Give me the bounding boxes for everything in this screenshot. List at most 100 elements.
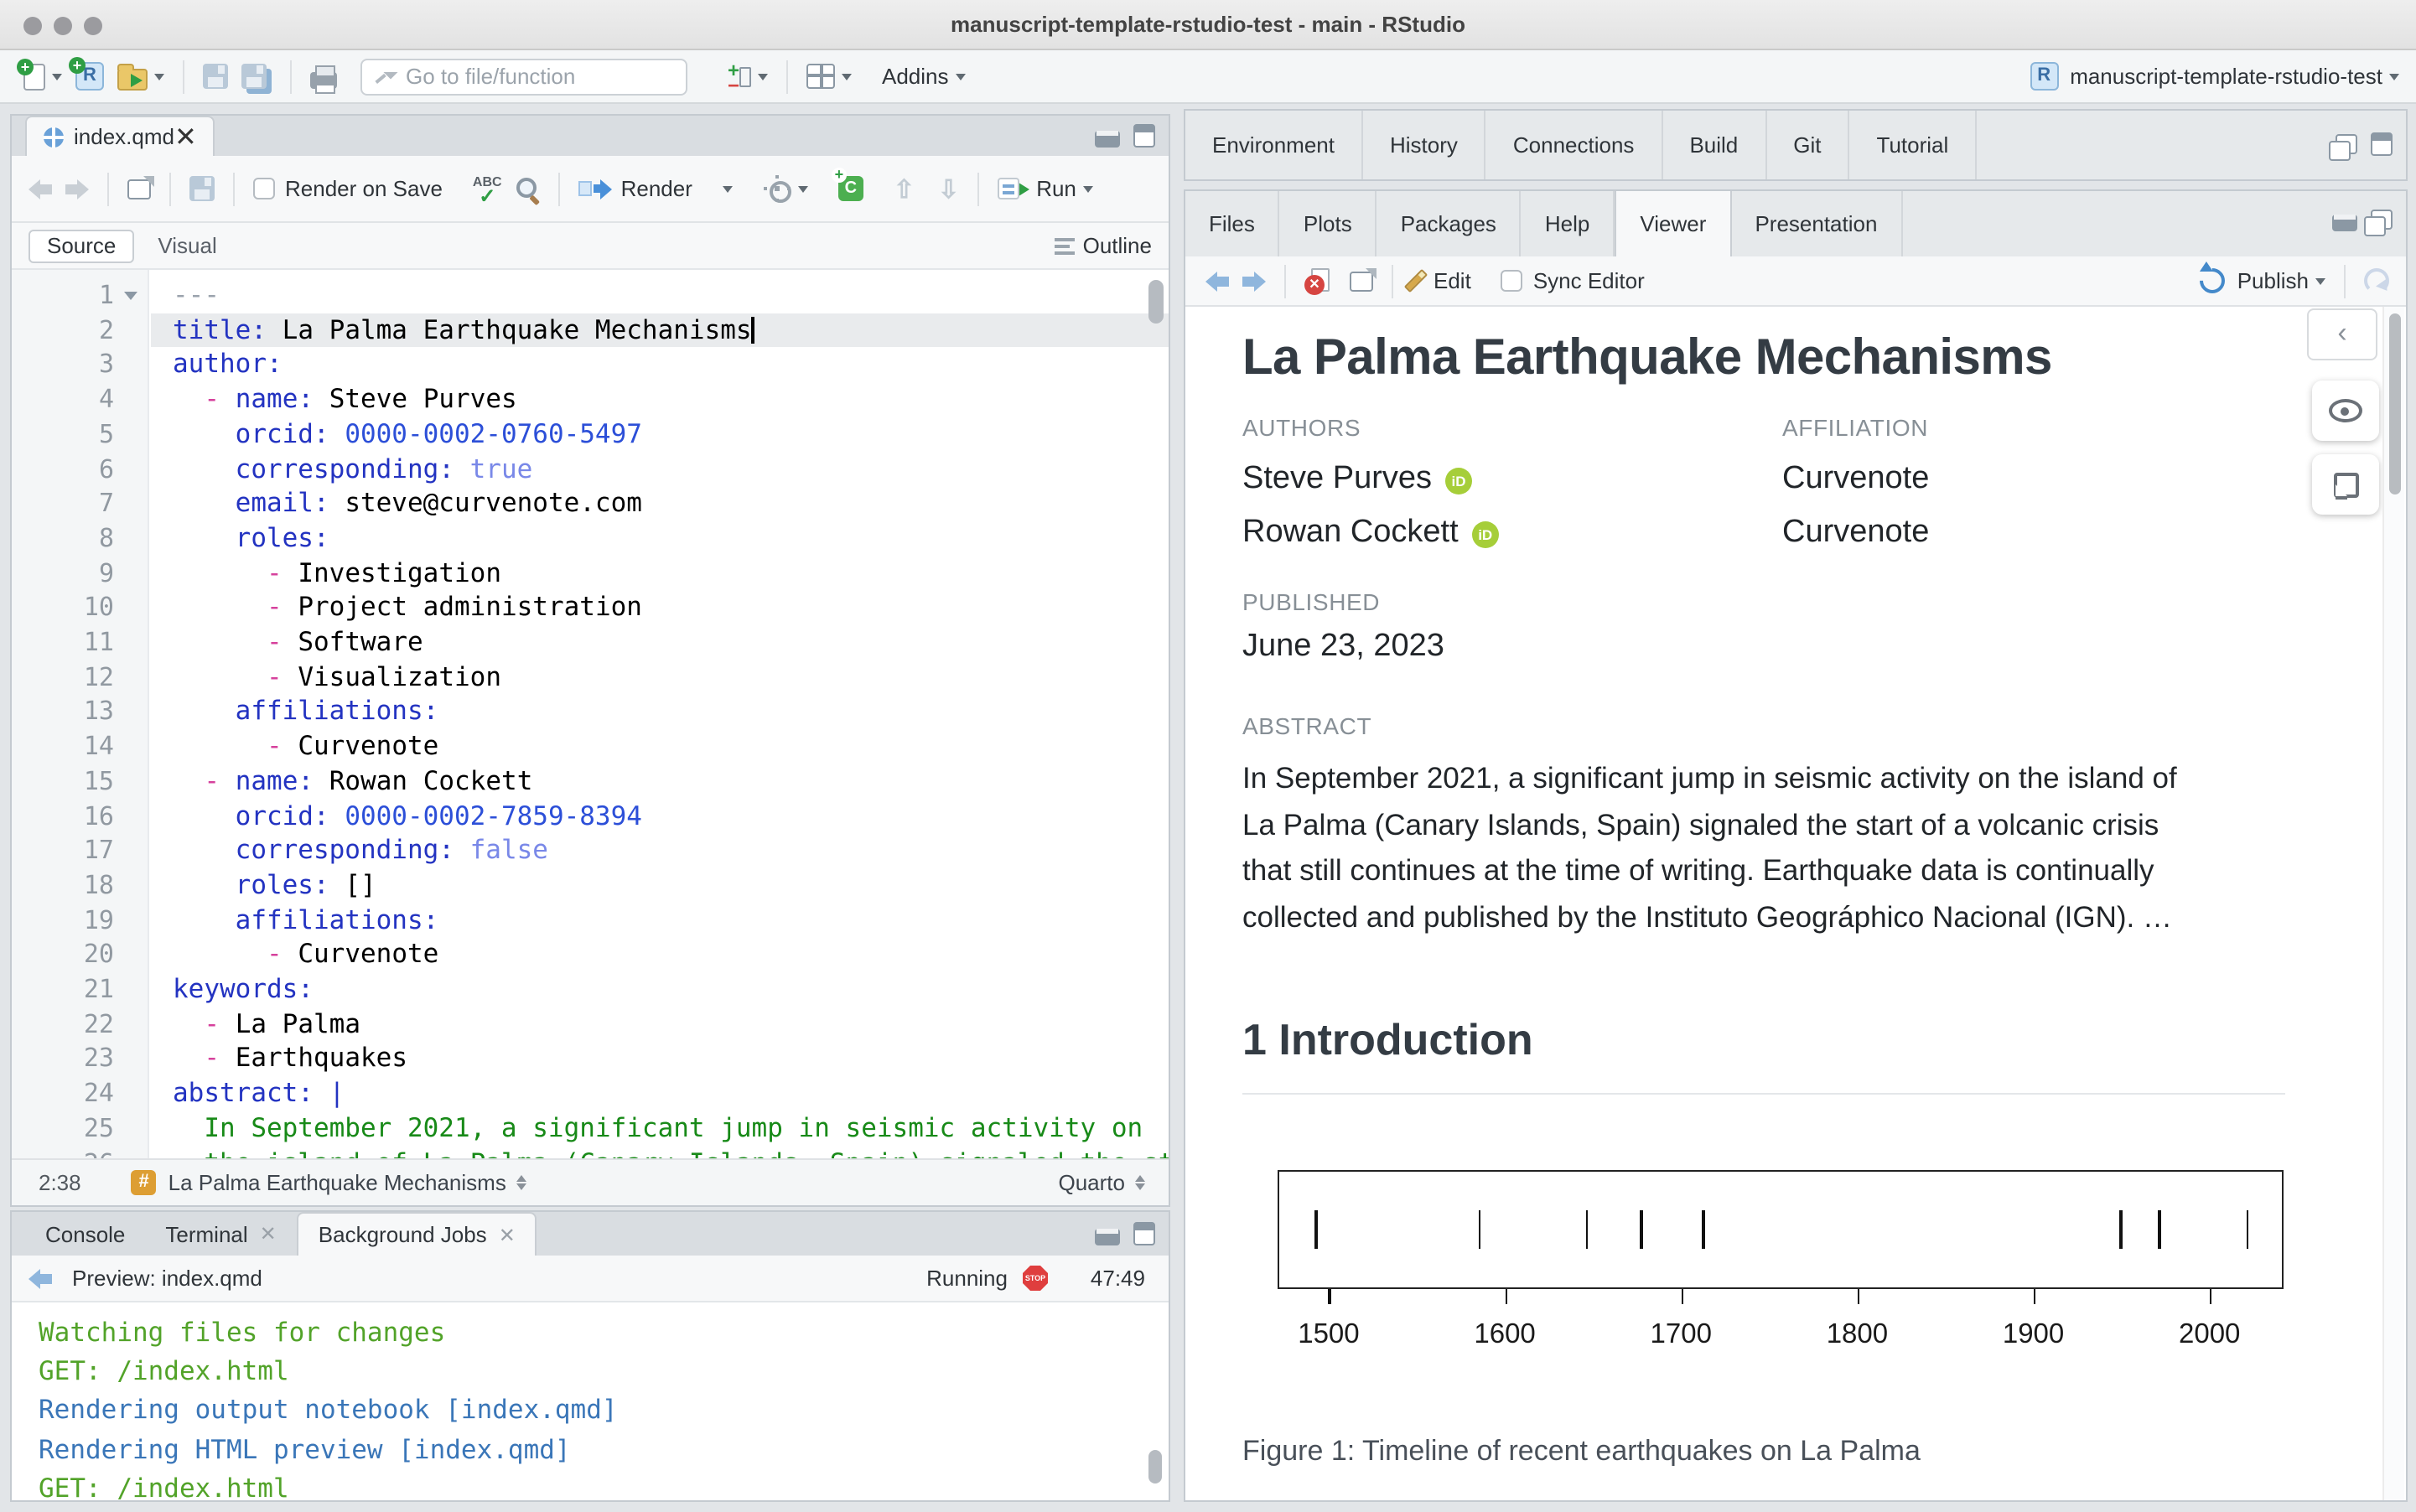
- tab-connections[interactable]: Connections: [1486, 111, 1663, 179]
- line-number: 2: [30, 313, 114, 347]
- save-all-button[interactable]: [241, 64, 272, 89]
- tab-tutorial[interactable]: Tutorial: [1850, 111, 1978, 179]
- refresh-viewer-button[interactable]: [2364, 268, 2389, 293]
- render-options-dropdown[interactable]: [716, 185, 733, 192]
- file-type-selector[interactable]: Quarto: [1059, 1170, 1146, 1195]
- viewer-scrollbar[interactable]: [2382, 307, 2404, 1500]
- goto-file-input[interactable]: Go to file/function: [360, 58, 687, 95]
- restore-pane-icon[interactable]: [2371, 210, 2393, 230]
- run-button[interactable]: Run: [998, 176, 1093, 201]
- earthquake-event-tick: [2159, 1210, 2161, 1249]
- visibility-button[interactable]: [2312, 381, 2379, 441]
- fold-caret-icon[interactable]: [124, 292, 137, 300]
- tab-console[interactable]: Console: [25, 1212, 145, 1256]
- environment-tab-strip: EnvironmentHistoryConnectionsBuildGitTut…: [1185, 111, 2406, 179]
- minimize-pane-icon[interactable]: [2332, 215, 2357, 231]
- new-project-button[interactable]: R+: [75, 62, 104, 91]
- clear-viewer-button[interactable]: [1304, 268, 1330, 293]
- outline-toggle[interactable]: Outline: [1055, 233, 1152, 258]
- tab-terminal[interactable]: Terminal✕: [145, 1212, 296, 1256]
- print-button[interactable]: [310, 65, 337, 88]
- render-on-save-checkbox[interactable]: Render on Save: [253, 176, 443, 201]
- new-file-button[interactable]: +: [23, 63, 62, 90]
- back-button[interactable]: [29, 179, 52, 199]
- go-next-section-button[interactable]: ⇩: [938, 173, 959, 204]
- code-token: Rowan Cockett: [314, 766, 532, 796]
- close-tab-icon[interactable]: ✕: [499, 1223, 516, 1246]
- job-output[interactable]: Watching files for changesGET: /index.ht…: [12, 1302, 1169, 1500]
- publish-button[interactable]: Publish: [2201, 268, 2325, 293]
- console-scrollbar[interactable]: [1148, 1450, 1162, 1484]
- line-number: 16: [30, 799, 114, 833]
- collapse-margin-button[interactable]: ‹: [2307, 308, 2377, 360]
- abstract-line: La Palma (Canary Islands, Spain) signale…: [1242, 802, 2159, 848]
- restore-pane-icon[interactable]: [2336, 134, 2357, 154]
- stop-job-icon[interactable]: STOP: [1023, 1266, 1048, 1291]
- project-selector[interactable]: R manuscript-template-rstudio-test: [2030, 62, 2399, 91]
- tab-environment[interactable]: Environment: [1185, 111, 1363, 179]
- viewer-back-button[interactable]: [1205, 271, 1229, 291]
- code-editor[interactable]: 1234567891011121314151617181920212223242…: [12, 270, 1169, 1162]
- code-token: [173, 593, 267, 623]
- axis-tick-label: 1500: [1278, 1319, 1379, 1351]
- tab-git[interactable]: Git: [1766, 111, 1849, 179]
- popout-editor-button[interactable]: [127, 179, 151, 199]
- spellcheck-button[interactable]: ABC✓: [473, 175, 502, 202]
- published-label: PUBLISHED: [1242, 588, 1380, 615]
- checkbox-icon: [253, 178, 275, 199]
- close-tab-icon[interactable]: ✕: [174, 120, 197, 153]
- tab-background-jobs[interactable]: Background Jobs✕: [297, 1212, 537, 1256]
- minimize-pane-icon[interactable]: [1095, 1229, 1120, 1245]
- orcid-icon[interactable]: iD: [1445, 468, 1472, 495]
- job-back-icon[interactable]: [29, 1268, 52, 1288]
- symbol-navigator[interactable]: # La Palma Earthquake Mechanisms: [132, 1170, 526, 1195]
- code-token: Project administration: [283, 593, 642, 623]
- tab-viewer[interactable]: Viewer: [1615, 191, 1731, 256]
- insert-chunk-button[interactable]: C: [838, 176, 863, 201]
- viewer-scrollbar-thumb[interactable]: [2389, 313, 2401, 495]
- maximize-pane-icon[interactable]: [1133, 124, 1155, 148]
- tab-index-qmd[interactable]: index.qmd ✕: [25, 116, 215, 156]
- abstract-line: collected and published by the Instituto…: [1242, 895, 2172, 941]
- code-token: -: [267, 661, 283, 691]
- tab-history[interactable]: History: [1363, 111, 1486, 179]
- document-options-button[interactable]: [763, 178, 808, 199]
- code-token: -: [267, 940, 283, 970]
- tab-files[interactable]: Files: [1185, 191, 1280, 256]
- tab-visual-mode[interactable]: Visual: [158, 233, 216, 258]
- window-title: manuscript-template-rstudio-test - main …: [0, 12, 2416, 37]
- tab-plots[interactable]: Plots: [1280, 191, 1377, 256]
- tab-packages[interactable]: Packages: [1377, 191, 1522, 256]
- editor-scrollbar[interactable]: [1148, 280, 1164, 324]
- axis-tick-label: 1900: [1983, 1319, 2084, 1351]
- popout-viewer-button[interactable]: [1350, 271, 1373, 291]
- tab-source-mode[interactable]: Source: [29, 229, 134, 262]
- find-replace-button[interactable]: [516, 176, 541, 201]
- open-file-button[interactable]: [117, 63, 164, 90]
- viewer-forward-button[interactable]: [1242, 271, 1266, 291]
- addins-menu[interactable]: Addins: [882, 64, 966, 89]
- code-line: In September 2021, a significant jump in…: [173, 1111, 1143, 1146]
- orcid-icon[interactable]: iD: [1472, 521, 1499, 548]
- tab-help[interactable]: Help: [1522, 191, 1615, 256]
- forward-button[interactable]: [65, 179, 89, 199]
- maximize-pane-icon[interactable]: [1133, 1222, 1155, 1245]
- save-button[interactable]: [203, 64, 228, 89]
- annotation-button[interactable]: [2312, 454, 2379, 515]
- close-tab-icon[interactable]: ✕: [260, 1222, 277, 1245]
- print-icon: [310, 71, 337, 88]
- tab-build[interactable]: Build: [1662, 111, 1766, 179]
- abstract-line: that still continues at the time of writ…: [1242, 848, 2154, 894]
- edit-button[interactable]: Edit: [1412, 268, 1471, 293]
- tab-presentation[interactable]: Presentation: [1731, 191, 1902, 256]
- save-document-button[interactable]: [189, 176, 215, 201]
- vcs-button[interactable]: +−: [728, 63, 768, 90]
- maximize-pane-icon[interactable]: [2371, 132, 2393, 156]
- code-token: [173, 1008, 204, 1038]
- go-previous-section-button[interactable]: ⇧: [894, 173, 915, 204]
- sync-editor-checkbox[interactable]: Sync Editor: [1501, 268, 1645, 293]
- goto-arrow-icon: [376, 67, 394, 85]
- render-button[interactable]: Render: [579, 176, 692, 201]
- workspace-panes-button[interactable]: [806, 64, 852, 89]
- minimize-pane-icon[interactable]: [1095, 131, 1120, 148]
